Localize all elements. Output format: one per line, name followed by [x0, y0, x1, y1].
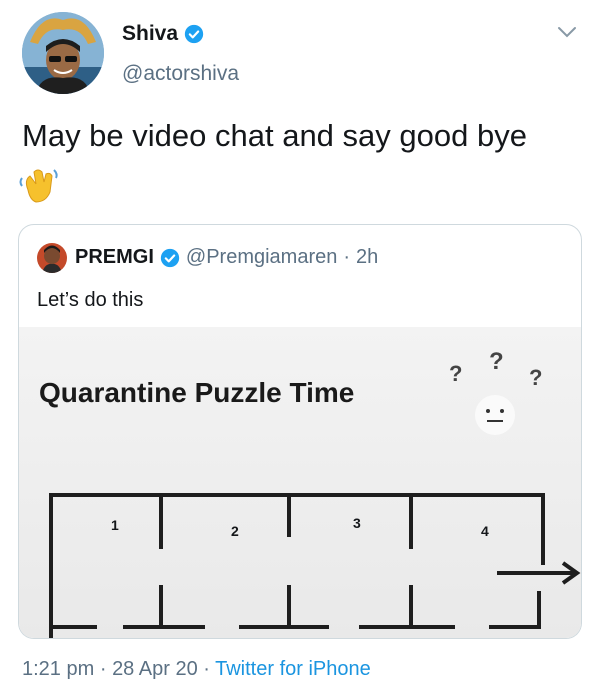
quoted-tweet-card[interactable]: PREMGI @Premgiamaren · 2h Let’s do this …	[18, 224, 582, 639]
avatar-image	[22, 12, 104, 94]
tweet-date[interactable]: 28 Apr 20	[112, 658, 198, 680]
room-number-3: 3	[353, 515, 361, 531]
tweet-metadata: 1:21 pm · 28 Apr 20 · Twitter for iPhone	[22, 658, 371, 681]
quoted-avatar-image	[37, 243, 67, 273]
separator-dot: ·	[203, 658, 210, 680]
separator-dot: ·	[343, 246, 351, 268]
author-avatar[interactable]	[22, 12, 104, 94]
verified-badge-icon	[160, 248, 180, 267]
confused-face-icon: ? ? ?	[449, 348, 542, 435]
quoted-media-image[interactable]: Quarantine Puzzle Time ? ? ? 1 2 3 4	[19, 327, 581, 638]
svg-text:?: ?	[529, 365, 542, 390]
svg-text:?: ?	[489, 348, 504, 375]
separator-dot: ·	[99, 658, 107, 680]
svg-text:?: ?	[449, 361, 462, 386]
author-name-row[interactable]: Shiva	[122, 22, 204, 46]
author-handle[interactable]: @actorshiva	[122, 62, 239, 86]
tweet-time[interactable]: 1:21 pm	[22, 658, 94, 680]
quoted-author-handle[interactable]: @Premgiamaren	[186, 246, 337, 269]
quoted-timestamp[interactable]: 2h	[356, 246, 378, 269]
tweet-text: May be video chat and say good bye	[22, 118, 527, 153]
room-number-1: 1	[111, 517, 119, 533]
room-number-2: 2	[231, 523, 239, 539]
verified-badge-icon	[184, 24, 204, 44]
chevron-down-icon[interactable]	[556, 24, 578, 40]
quoted-author-name[interactable]: PREMGI	[75, 246, 154, 269]
quoted-author-avatar[interactable]	[37, 243, 67, 273]
room-number-4: 4	[481, 523, 489, 539]
quoted-header: PREMGI @Premgiamaren · 2h	[75, 246, 378, 269]
tweet-source-link[interactable]: Twitter for iPhone	[215, 658, 371, 680]
waving-hand-icon	[19, 169, 58, 203]
puzzle-diagram	[49, 493, 581, 638]
quoted-tweet-text: Let’s do this	[37, 289, 144, 311]
author-name[interactable]: Shiva	[122, 22, 178, 46]
puzzle-title: Quarantine Puzzle Time	[39, 377, 355, 408]
